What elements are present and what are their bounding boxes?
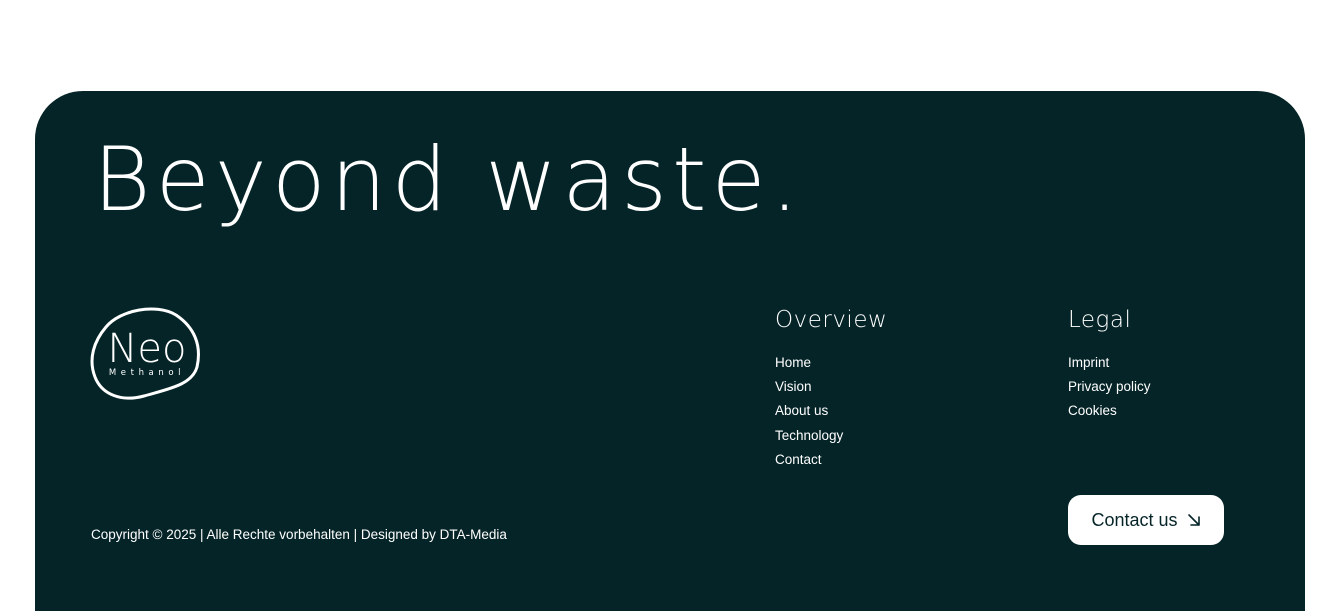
imprint-link[interactable]: Imprint <box>1068 355 1109 370</box>
nav-item-cookies: Cookies <box>1068 399 1151 423</box>
contact-link[interactable]: Contact <box>775 452 822 467</box>
legal-links: Imprint Privacy policy Cookies <box>1068 351 1151 424</box>
nav-item-vision: Vision <box>775 375 887 399</box>
home-link[interactable]: Home <box>775 355 811 370</box>
legal-heading: Legal <box>1068 307 1132 333</box>
cookies-link[interactable]: Cookies <box>1068 403 1117 418</box>
overview-links: Home Vision About us Technology Contact <box>775 351 887 473</box>
privacy-policy-link[interactable]: Privacy policy <box>1068 379 1151 394</box>
arrow-down-right-icon <box>1187 514 1200 526</box>
nav-item-imprint: Imprint <box>1068 351 1151 375</box>
footer-headline: Beyond waste. <box>93 128 804 231</box>
logo-subtitle: Methanol <box>109 368 185 378</box>
technology-link[interactable]: Technology <box>775 428 843 443</box>
nav-item-technology: Technology <box>775 424 887 448</box>
overview-nav: Overview Home Vision About us Technology… <box>775 307 887 473</box>
nav-item-contact: Contact <box>775 448 887 472</box>
copyright-notice: Copyright © 2025 | Alle Rechte vorbehalt… <box>91 526 507 544</box>
copyright-text: Copyright © 2025 | Alle Rechte vorbehalt… <box>91 527 440 542</box>
designer-link[interactable]: DTA-Media <box>440 527 507 542</box>
contact-us-button[interactable]: Contact us <box>1068 495 1224 545</box>
overview-heading: Overview <box>775 307 888 333</box>
logo-wordmark: Neo <box>107 326 186 372</box>
site-footer: Beyond waste. Neo Methanol Overview Home… <box>35 91 1305 611</box>
nav-item-privacy-policy: Privacy policy <box>1068 375 1151 399</box>
nav-item-home: Home <box>775 351 887 375</box>
contact-us-label: Contact us <box>1091 509 1178 530</box>
neo-methanol-logo[interactable]: Neo Methanol <box>90 305 202 401</box>
about-us-link[interactable]: About us <box>775 403 828 418</box>
vision-link[interactable]: Vision <box>775 379 812 394</box>
nav-item-about-us: About us <box>775 399 887 423</box>
legal-nav: Legal Imprint Privacy policy Cookies <box>1068 307 1151 424</box>
logo-blob-outline: Neo Methanol <box>90 307 200 400</box>
